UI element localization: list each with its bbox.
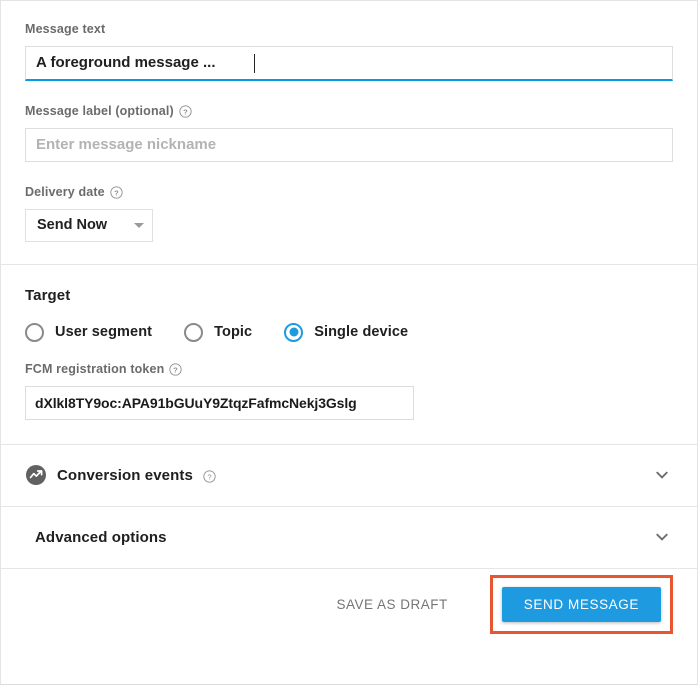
- chevron-down-icon: [134, 222, 144, 228]
- message-label-field-group: Message label (optional) ?: [25, 105, 673, 162]
- chevron-down-icon[interactable]: [651, 526, 673, 548]
- radio-circle-icon: [184, 322, 204, 342]
- radio-circle-selected-icon: [284, 322, 304, 342]
- advanced-options-row[interactable]: Advanced options: [1, 507, 697, 568]
- radio-label: Topic: [214, 324, 253, 340]
- message-text-input[interactable]: [25, 45, 673, 81]
- message-text-label: Message text: [25, 23, 673, 36]
- send-message-highlight-box: SEND MESSAGE: [489, 575, 673, 634]
- form-footer: SAVE AS DRAFT SEND MESSAGE: [1, 569, 697, 641]
- compose-notification-card: Message text Message label (optional) ?: [0, 0, 698, 685]
- target-radio-group: User segment Topic Single device: [25, 322, 673, 342]
- radio-label: Single device: [314, 324, 409, 340]
- fcm-token-label: FCM registration token ?: [25, 363, 673, 376]
- fcm-token-field-group: FCM registration token ?: [25, 363, 673, 420]
- svg-text:?: ?: [114, 188, 119, 197]
- chevron-down-icon[interactable]: [651, 464, 673, 486]
- delivery-date-label-text: Delivery date: [25, 184, 105, 199]
- radio-label: User segment: [55, 324, 153, 340]
- delivery-date-selected-value: Send Now: [37, 217, 108, 233]
- message-label-label-text: Message label (optional): [25, 103, 174, 118]
- target-section-title: Target: [25, 286, 71, 304]
- fcm-token-label-text: FCM registration token: [25, 361, 165, 376]
- help-icon[interactable]: ?: [110, 185, 123, 199]
- analytics-circle-icon: [25, 464, 47, 486]
- fcm-token-input[interactable]: [25, 385, 414, 420]
- send-message-button[interactable]: SEND MESSAGE: [501, 587, 661, 622]
- message-label-label: Message label (optional) ?: [25, 105, 673, 118]
- message-text-label-text: Message text: [25, 22, 106, 36]
- help-icon[interactable]: ?: [203, 469, 216, 483]
- radio-single-device[interactable]: Single device: [284, 322, 409, 342]
- message-label-input[interactable]: [25, 127, 673, 162]
- radio-circle-icon: [25, 322, 44, 342]
- help-icon[interactable]: ?: [169, 362, 183, 376]
- radio-topic[interactable]: Topic: [184, 322, 253, 342]
- conversion-events-row[interactable]: Conversion events ?: [1, 445, 697, 506]
- conversion-events-row-left: Conversion events ?: [25, 464, 651, 486]
- advanced-options-title: Advanced options: [35, 528, 167, 546]
- svg-text:?: ?: [207, 472, 211, 481]
- svg-text:?: ?: [174, 365, 179, 374]
- conversion-events-title: Conversion events: [57, 466, 193, 484]
- save-as-draft-button[interactable]: SAVE AS DRAFT: [322, 587, 461, 622]
- advanced-options-row-left: Advanced options: [25, 529, 651, 546]
- delivery-date-field-group: Delivery date ? Send Now: [25, 186, 673, 242]
- message-text-field-group: Message text: [25, 23, 673, 81]
- target-section: Target User segment Topic Single device …: [1, 265, 697, 444]
- radio-user-segment[interactable]: User segment: [25, 322, 153, 342]
- delivery-date-select[interactable]: Send Now: [25, 208, 153, 242]
- delivery-date-label: Delivery date ?: [25, 186, 673, 199]
- help-icon[interactable]: ?: [179, 104, 192, 118]
- svg-text:?: ?: [183, 107, 188, 116]
- text-cursor: [254, 53, 255, 73]
- message-fields-section: Message text Message label (optional) ?: [1, 1, 697, 264]
